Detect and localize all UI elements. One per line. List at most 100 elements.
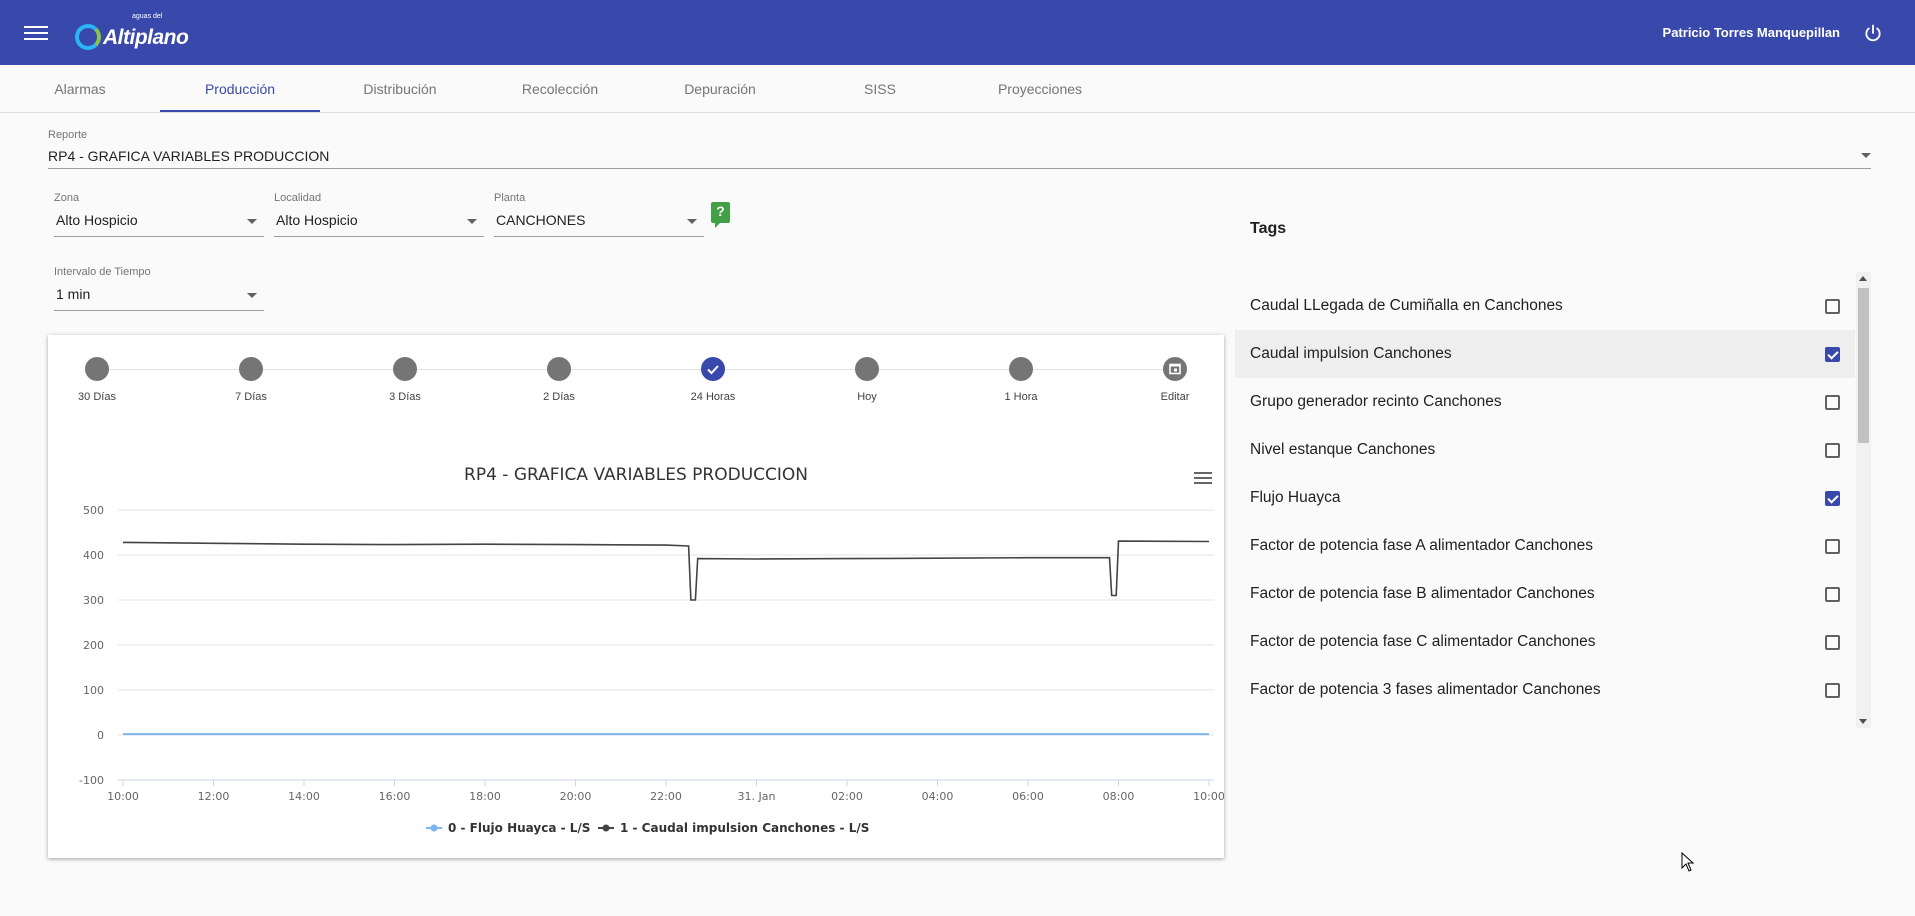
tag-row[interactable]: Caudal impulsion Canchones [1235,330,1855,378]
report-underline [48,168,1871,169]
intervalo-value: 1 min [56,286,91,302]
scroll-thumb[interactable] [1858,288,1869,443]
tag-checkbox[interactable] [1825,299,1840,314]
chevron-down-icon [247,293,257,298]
intervalo-underline [54,310,264,311]
tag-label: Grupo generador recinto Canchones [1250,393,1502,410]
x-tick-label: 08:00 [1103,790,1135,803]
menu-icon[interactable] [24,22,48,44]
tag-checkbox[interactable] [1825,539,1840,554]
legend-label: 0 - Flujo Huayca - L/S [448,821,590,835]
x-tick-label: 10:00 [1193,790,1224,803]
x-tick-label: 14:00 [288,790,320,803]
tag-row[interactable]: Factor de potencia fase B alimentador Ca… [1235,570,1855,618]
tag-row[interactable]: Caudal LLegada de Cumiñalla en Canchones [1235,282,1855,330]
tag-checkbox[interactable] [1825,683,1840,698]
x-tick-label: 10:00 [107,790,139,803]
tag-label: Caudal impulsion Canchones [1250,345,1452,362]
main-tabs: Alarmas Producción Distribución Recolecc… [0,65,1915,113]
x-tick-label: 02:00 [831,790,863,803]
user-name: Patricio Torres Manquepillan [1662,25,1840,40]
localidad-underline [274,236,484,237]
logo-mark [75,24,101,50]
tag-row[interactable]: Nivel estanque Canchones [1235,426,1855,474]
report-value: RP4 - GRAFICA VARIABLES PRODUCCION [48,148,330,164]
tab-recoleccion[interactable]: Recolección [480,65,640,113]
mouse-cursor-icon [1681,852,1695,872]
tag-label: Factor de potencia fase B alimentador Ca… [1250,585,1595,602]
tab-active-indicator [160,110,320,112]
x-tick-label: 22:00 [650,790,682,803]
x-tick-label: 12:00 [198,790,230,803]
chart-plot: 5004003002001000-10010:00 12:00 14:00 16:00… [79,504,1224,835]
x-tick-label: 20:00 [560,790,592,803]
tag-row[interactable]: Factor de potencia fase C alimentador Ca… [1235,618,1855,666]
scroll-down-icon[interactable] [1859,719,1867,724]
localidad-value: Alto Hospicio [276,212,358,228]
scroll-up-icon[interactable] [1859,276,1867,281]
zona-label: Zona [54,192,80,204]
tag-checkbox[interactable] [1825,635,1840,650]
series-line-caudal-impulsion [122,540,1210,601]
tag-row[interactable]: Grupo generador recinto Canchones [1235,378,1855,426]
y-tick-label: 0 [97,729,104,742]
intervalo-label: Intervalo de Tiempo [54,266,151,278]
legend-marker [430,824,438,832]
tab-depuracion[interactable]: Depuración [640,65,800,113]
intervalo-select[interactable]: 1 min [54,278,264,312]
chevron-down-icon [1861,153,1871,158]
x-tick-label: 16:00 [379,790,411,803]
planta-underline [494,236,704,237]
x-tick-label: 06:00 [1012,790,1044,803]
logo: Altiplano aguas del [75,13,189,50]
x-tick-label: 18:00 [469,790,501,803]
tab-proyecciones[interactable]: Proyecciones [960,65,1120,113]
planta-select[interactable]: CANCHONES [494,204,704,238]
logo-text: Altiplano [103,26,189,49]
legend-label: 1 - Caudal impulsion Canchones - L/S [620,821,869,835]
localidad-select[interactable]: Alto Hospicio [274,204,484,238]
tag-checkbox[interactable] [1825,443,1840,458]
logo-small-text: aguas del [132,13,163,20]
tag-row[interactable]: Flujo Huayca [1235,474,1855,522]
tag-label: Factor de potencia fase C alimentador Ca… [1250,633,1596,650]
chevron-down-icon [467,219,477,224]
tags-scrollbar[interactable] [1856,272,1871,728]
x-tick-label: 31. Jan [738,790,776,803]
tag-checkbox[interactable] [1825,587,1840,602]
planta-label: Planta [494,192,526,204]
help-icon[interactable]: ? [711,202,730,228]
power-icon[interactable] [1863,23,1883,43]
tab-alarmas[interactable]: Alarmas [0,65,160,113]
tab-produccion[interactable]: Producción [160,65,320,113]
tag-label: Caudal LLegada de Cumiñalla en Canchones [1250,297,1563,314]
zona-underline [54,236,264,237]
tags-title: Tags [1250,220,1287,237]
zona-select[interactable]: Alto Hospicio [54,204,264,238]
y-tick-label: 400 [83,549,104,562]
zona-value: Alto Hospicio [56,212,138,228]
tag-checkbox[interactable] [1825,347,1840,362]
y-tick-label: 300 [83,594,104,607]
tab-siss[interactable]: SISS [800,65,960,113]
tags-list: Caudal LLegada de Cumiñalla en Canchones… [1235,282,1855,728]
y-tick-label: 500 [83,504,104,517]
tag-label: Nivel estanque Canchones [1250,441,1436,458]
chevron-down-icon [687,219,697,224]
localidad-label: Localidad [274,192,322,204]
tag-label: Flujo Huayca [1250,489,1341,506]
chart-card: 30 Días 7 Días 3 Días 2 Días 24 Horas Ho… [48,335,1224,858]
planta-value: CANCHONES [496,212,586,228]
report-select[interactable]: RP4 - GRAFICA VARIABLES PRODUCCION [48,140,1871,170]
tag-checkbox[interactable] [1825,395,1840,410]
tab-distribucion[interactable]: Distribución [320,65,480,113]
chevron-down-icon [247,219,257,224]
tag-checkbox[interactable] [1825,491,1840,506]
tag-row[interactable]: Factor de potencia fase A alimentador Ca… [1235,522,1855,570]
y-tick-label: 200 [83,639,104,652]
legend-marker [602,824,610,832]
app-header: Altiplano aguas del Patricio Torres Manq… [0,0,1915,65]
x-tick-label: 04:00 [922,790,954,803]
tag-row[interactable]: Factor de potencia 3 fases alimentador C… [1235,666,1855,714]
y-tick-label: 100 [83,684,104,697]
